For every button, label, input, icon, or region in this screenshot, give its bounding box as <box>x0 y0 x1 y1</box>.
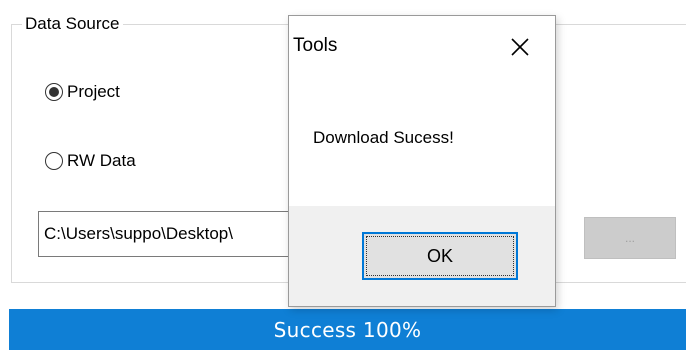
radio-project[interactable]: Project <box>45 82 120 102</box>
progress-bar: Success 100% <box>9 309 686 350</box>
radio-project-label: Project <box>67 82 120 101</box>
message-dialog: Tools Download Sucess! OK <box>288 15 556 307</box>
radio-rw-data[interactable]: RW Data <box>45 151 136 171</box>
dialog-title: Tools <box>293 35 338 56</box>
dialog-message: Download Sucess! <box>313 128 454 147</box>
ok-button[interactable]: OK <box>362 232 518 280</box>
ok-button-label: OK <box>366 236 514 276</box>
radio-button-unselected[interactable] <box>45 152 63 170</box>
group-title: Data Source <box>22 13 123 35</box>
close-icon[interactable] <box>507 34 533 60</box>
progress-text: Success 100% <box>273 317 422 342</box>
radio-rw-data-label: RW Data <box>67 151 136 170</box>
browse-button[interactable]: ... <box>584 217 676 259</box>
radio-button-selected[interactable] <box>45 83 63 101</box>
